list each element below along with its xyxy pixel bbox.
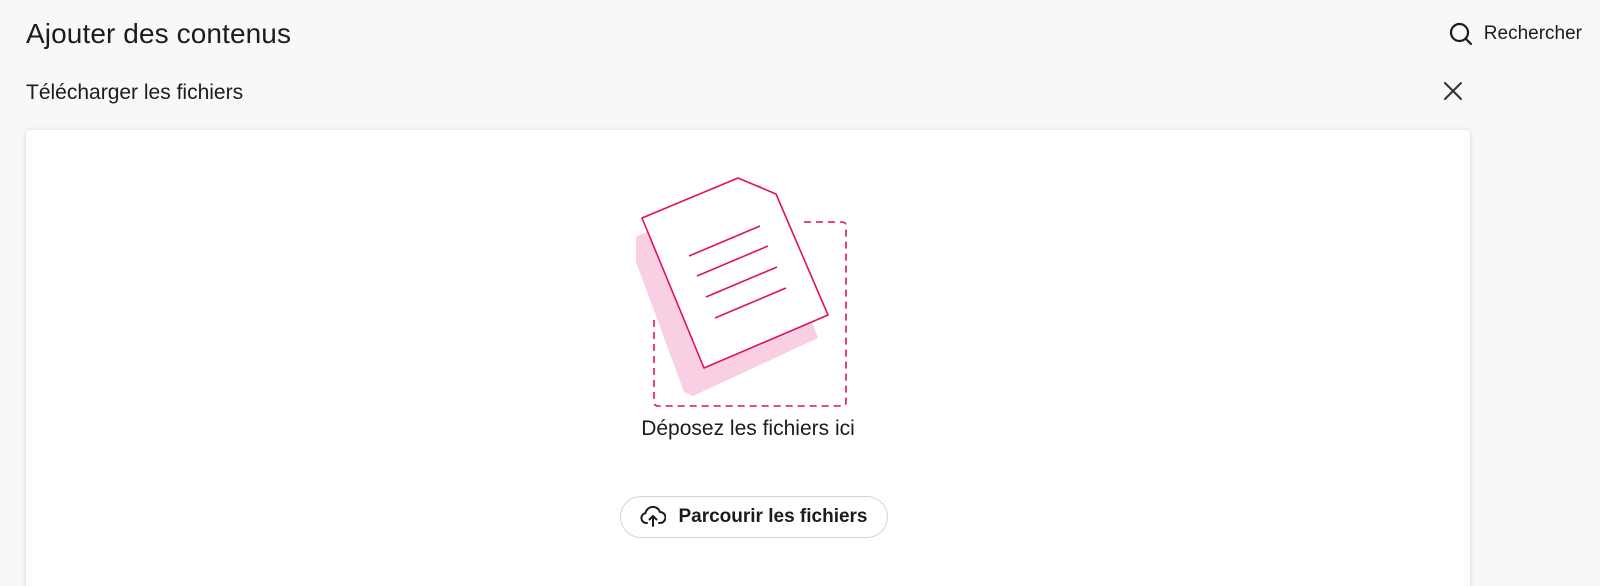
browse-files-button[interactable]: Parcourir les fichiers bbox=[620, 496, 888, 538]
close-button[interactable] bbox=[1440, 80, 1466, 106]
search-button[interactable]: Rechercher bbox=[1448, 18, 1582, 50]
browse-files-label: Parcourir les fichiers bbox=[678, 506, 868, 527]
file-drop-zone[interactable]: Déposez les fichiers ici Parcourir les f… bbox=[26, 130, 1470, 586]
drop-instructions: Déposez les fichiers ici bbox=[641, 417, 855, 440]
search-icon bbox=[1448, 21, 1474, 47]
cloud-upload-icon bbox=[640, 504, 667, 530]
add-content-page: Ajouter des contenus Rechercher Téléchar… bbox=[0, 0, 1600, 586]
page-title: Ajouter des contenus bbox=[26, 18, 292, 49]
document-drop-illustration bbox=[628, 174, 896, 414]
close-icon bbox=[1442, 80, 1464, 107]
search-label: Rechercher bbox=[1483, 23, 1582, 44]
upload-section-title: Télécharger les fichiers bbox=[26, 81, 244, 104]
